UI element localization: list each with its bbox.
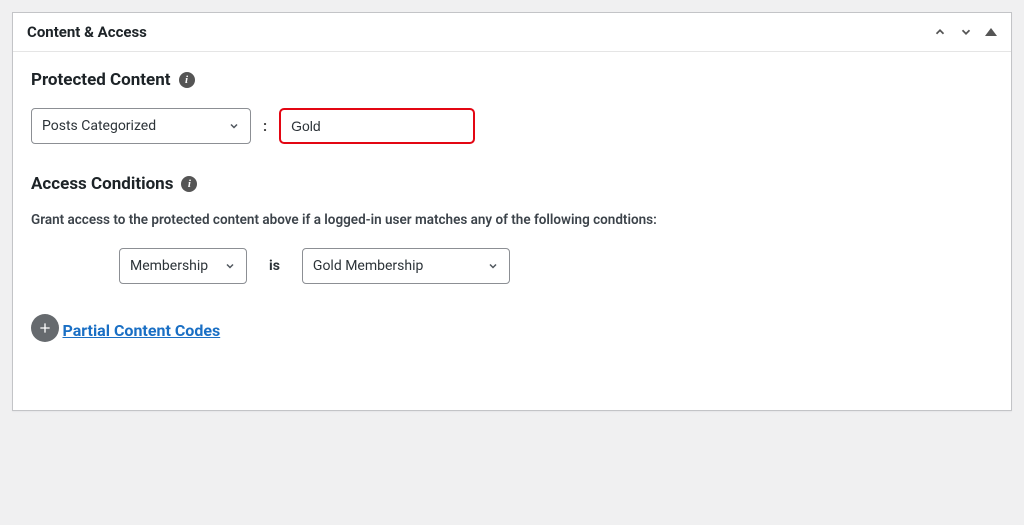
condition-value: Gold Membership bbox=[313, 258, 423, 274]
colon-separator: : bbox=[263, 117, 267, 135]
access-conditions-heading: Access Conditions i bbox=[31, 174, 993, 194]
protected-content-title: Protected Content bbox=[31, 70, 171, 90]
condition-type-select[interactable]: Membership bbox=[119, 248, 247, 284]
metabox-order-controls bbox=[933, 25, 997, 39]
is-label: is bbox=[269, 258, 280, 274]
metabox-body: Protected Content i Posts Categorized : … bbox=[13, 52, 1011, 410]
move-down-icon[interactable] bbox=[959, 25, 973, 39]
condition-value-select[interactable]: Gold Membership bbox=[302, 248, 510, 284]
content-type-select[interactable]: Posts Categorized bbox=[31, 108, 251, 144]
content-value-input[interactable] bbox=[279, 108, 475, 144]
add-condition-button[interactable] bbox=[31, 314, 59, 342]
partial-content-codes-link[interactable]: Partial Content Codes bbox=[62, 321, 220, 340]
info-icon[interactable]: i bbox=[181, 176, 197, 192]
toggle-panel-icon[interactable] bbox=[985, 28, 997, 36]
access-conditions-title: Access Conditions bbox=[31, 174, 173, 194]
protected-content-row: Posts Categorized : bbox=[31, 108, 993, 144]
metabox-title: Content & Access bbox=[27, 23, 147, 41]
info-icon[interactable]: i bbox=[179, 72, 195, 88]
condition-type-value: Membership bbox=[130, 258, 208, 274]
condition-row: Membership is Gold Membership bbox=[119, 248, 993, 284]
metabox-header: Content & Access bbox=[13, 13, 1011, 52]
access-conditions-description: Grant access to the protected content ab… bbox=[31, 212, 993, 228]
content-access-metabox: Content & Access Protected Content i Pos… bbox=[12, 12, 1012, 411]
content-type-select-value: Posts Categorized bbox=[42, 118, 156, 134]
protected-content-heading: Protected Content i bbox=[31, 70, 993, 90]
move-up-icon[interactable] bbox=[933, 25, 947, 39]
